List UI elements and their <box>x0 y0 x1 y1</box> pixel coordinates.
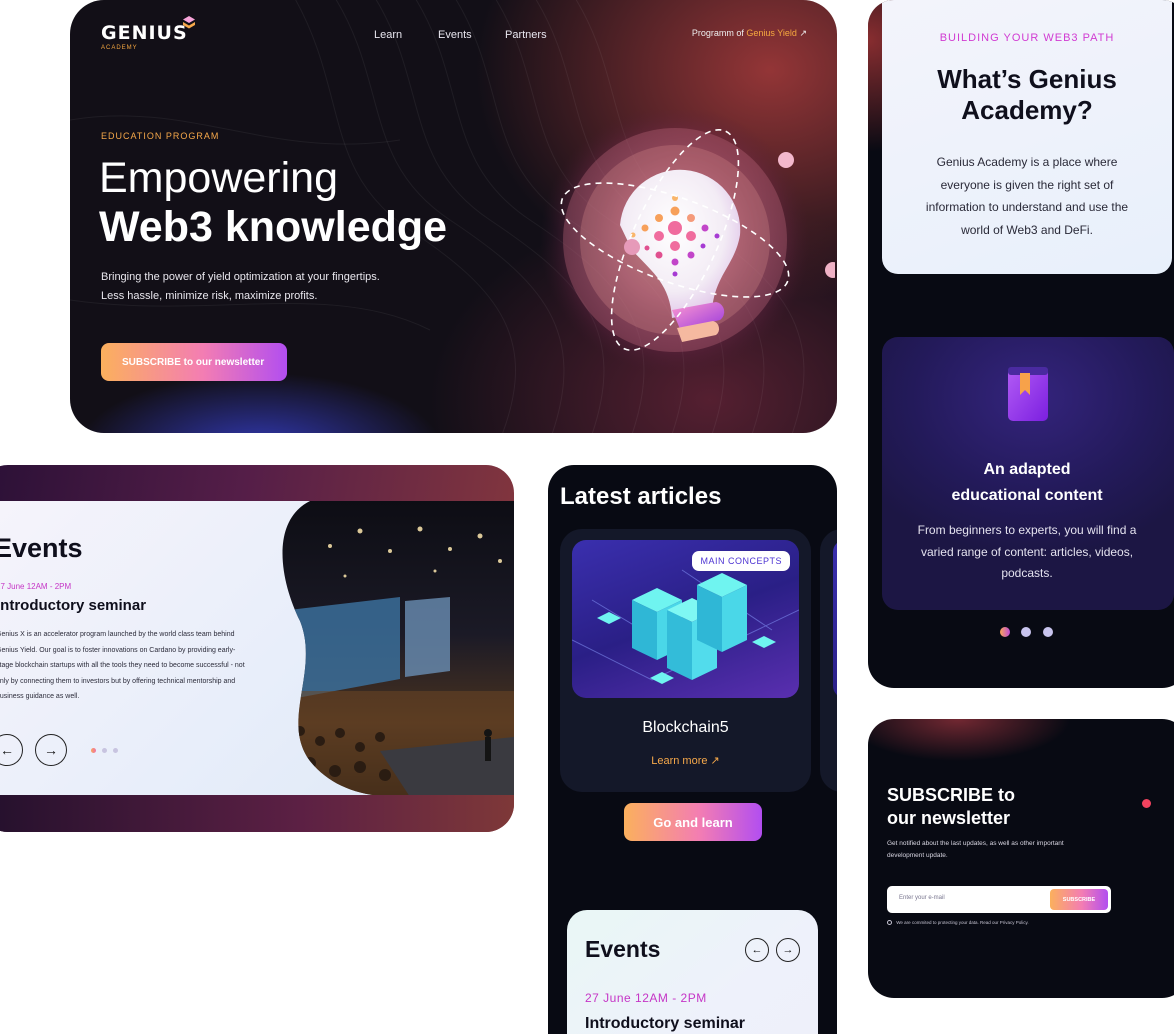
subscribe-button-rest: to our newsletter <box>180 356 265 368</box>
events-next-button[interactable]: → <box>35 734 67 766</box>
learn-more-link[interactable]: Learn more ↗ <box>560 754 811 767</box>
email-subscribe-form: Enter your e-mail SUBSCRIBE <box>887 886 1111 913</box>
about-mobile-screen: BUILDING YOUR WEB3 PATH What’s Genius Ac… <box>868 0 1174 688</box>
newsletter-title: SUBSCRIBE to our newsletter <box>887 784 1015 830</box>
about-text: Genius Academy is a place where everyone… <box>925 155 1129 237</box>
arrow-right-icon: → <box>44 742 58 758</box>
carousel-dot[interactable] <box>102 748 107 753</box>
events-mobile-subtitle: Introductory seminar <box>585 1015 746 1032</box>
carousel-dot-active[interactable] <box>91 748 96 753</box>
arrow-right-icon: → <box>782 944 794 956</box>
nav-learn-link[interactable]: Learn <box>374 29 402 41</box>
events-mobile-next-button[interactable]: → <box>776 938 800 962</box>
events-desktop-subtitle: Introductory seminar <box>0 597 147 614</box>
subscribe-submit-button[interactable]: SUBSCRIBE <box>1050 889 1108 910</box>
logo-wordmark: GENIUS <box>101 22 188 44</box>
article-card[interactable]: MAIN CONCEPTS Blockchain5 Learn more ↗ <box>560 529 811 792</box>
about-title: What’s Genius Academy? <box>882 64 1172 126</box>
events-mobile-prev-button[interactable]: ← <box>745 938 769 962</box>
newsletter-text: Get notified about the last updates, as … <box>887 840 1064 859</box>
arrow-up-right-icon: ↗ <box>710 755 720 767</box>
feature-card: An adapted educational content From begi… <box>882 337 1174 610</box>
article-title: Blockchain5 <box>642 719 729 736</box>
go-and-learn-button[interactable]: Go and learn <box>624 803 762 841</box>
feature-title-line2: educational content <box>951 487 1103 504</box>
articles-mobile-screen: Latest articles MAIN CONCEPTS Blockchain… <box>548 465 837 1034</box>
feature-text: From beginners to experts, you will find… <box>917 523 1137 580</box>
logo-gem-icon <box>183 16 195 29</box>
about-title-line1: What’s Genius <box>937 64 1117 94</box>
hero-section: GENIUS ACADEMY Learn Events Partners Pro… <box>70 0 837 433</box>
events-mobile-date: 27 June 12AM - 2PM <box>585 991 707 1005</box>
feature-title: An adapted educational content <box>882 457 1172 509</box>
lightbulb-atom-illustration <box>540 110 835 375</box>
article-card-next-peek[interactable] <box>820 529 837 792</box>
nav-events-link[interactable]: Events <box>438 29 472 41</box>
privacy-text: We are commited to protecting your data.… <box>896 920 1029 925</box>
check-circle-icon <box>887 920 892 926</box>
feature-title-line1: An adapted <box>983 461 1071 478</box>
subscribe-newsletter-button[interactable]: SUBSCRIBE to our newsletter <box>101 343 287 381</box>
hero-description-line2: Less hassle, minimize risk, maximize pro… <box>101 290 318 302</box>
genius-yield-brand: Genius Yield <box>746 28 797 38</box>
events-bottom-band <box>0 795 514 832</box>
privacy-note: We are commited to protecting your data.… <box>887 920 1029 926</box>
carousel-dot[interactable] <box>1043 627 1053 637</box>
events-mobile-card: Events ← → 27 June 12AM - 2PM Introducto… <box>567 910 818 1034</box>
subscribe-button-bold: SUBSCRIBE <box>122 356 181 368</box>
hero-title-line2: Web3 knowledge <box>99 203 448 251</box>
bookmark-book-icon <box>1008 367 1048 421</box>
carousel-dot-active[interactable] <box>1000 627 1010 637</box>
about-card: BUILDING YOUR WEB3 PATH What’s Genius Ac… <box>882 0 1172 274</box>
genius-academy-logo[interactable]: GENIUS ACADEMY <box>101 16 195 51</box>
hero-description: Bringing the power of yield optimization… <box>101 268 421 306</box>
logo-subtitle: ACADEMY <box>101 45 138 51</box>
events-mobile-title: Events <box>585 936 661 962</box>
programm-label: Programm of <box>691 28 744 38</box>
external-arrow-icon: ↗ <box>799 28 807 38</box>
newsletter-mobile-screen: SUBSCRIBE to our newsletter Get notified… <box>868 719 1174 998</box>
newsletter-title-line2: our newsletter <box>887 808 1011 828</box>
about-eyebrow: BUILDING YOUR WEB3 PATH <box>939 32 1115 44</box>
arrow-left-icon: ← <box>0 742 14 758</box>
article-image: MAIN CONCEPTS <box>572 540 799 698</box>
hero-eyebrow: EDUCATION PROGRAM <box>101 131 220 141</box>
carousel-dot[interactable] <box>113 748 118 753</box>
hero-description-line1: Bringing the power of yield optimization… <box>101 271 380 283</box>
email-input[interactable]: Enter your e-mail <box>899 895 945 901</box>
events-desktop-body: Genius X is an accelerator program launc… <box>0 631 245 700</box>
events-desktop-title: Events <box>0 533 83 563</box>
programm-of-genius-yield-link[interactable]: Programm of Genius Yield ↗ <box>692 28 807 39</box>
learn-more-label: Learn more <box>651 755 708 767</box>
notification-dot <box>1142 799 1151 808</box>
carousel-dot[interactable] <box>1021 627 1031 637</box>
arrow-left-icon: ← <box>751 944 763 956</box>
hero-title-line1: Empowering <box>99 154 338 202</box>
about-title-line2: Academy? <box>961 95 1093 125</box>
nav-partners-link[interactable]: Partners <box>505 29 547 41</box>
article-category-badge: MAIN CONCEPTS <box>692 551 790 571</box>
events-desktop-date: 27 June 12AM - 2PM <box>0 582 72 591</box>
newsletter-title-line1: SUBSCRIBE to <box>887 785 1016 805</box>
latest-articles-heading: Latest articles <box>560 483 722 510</box>
